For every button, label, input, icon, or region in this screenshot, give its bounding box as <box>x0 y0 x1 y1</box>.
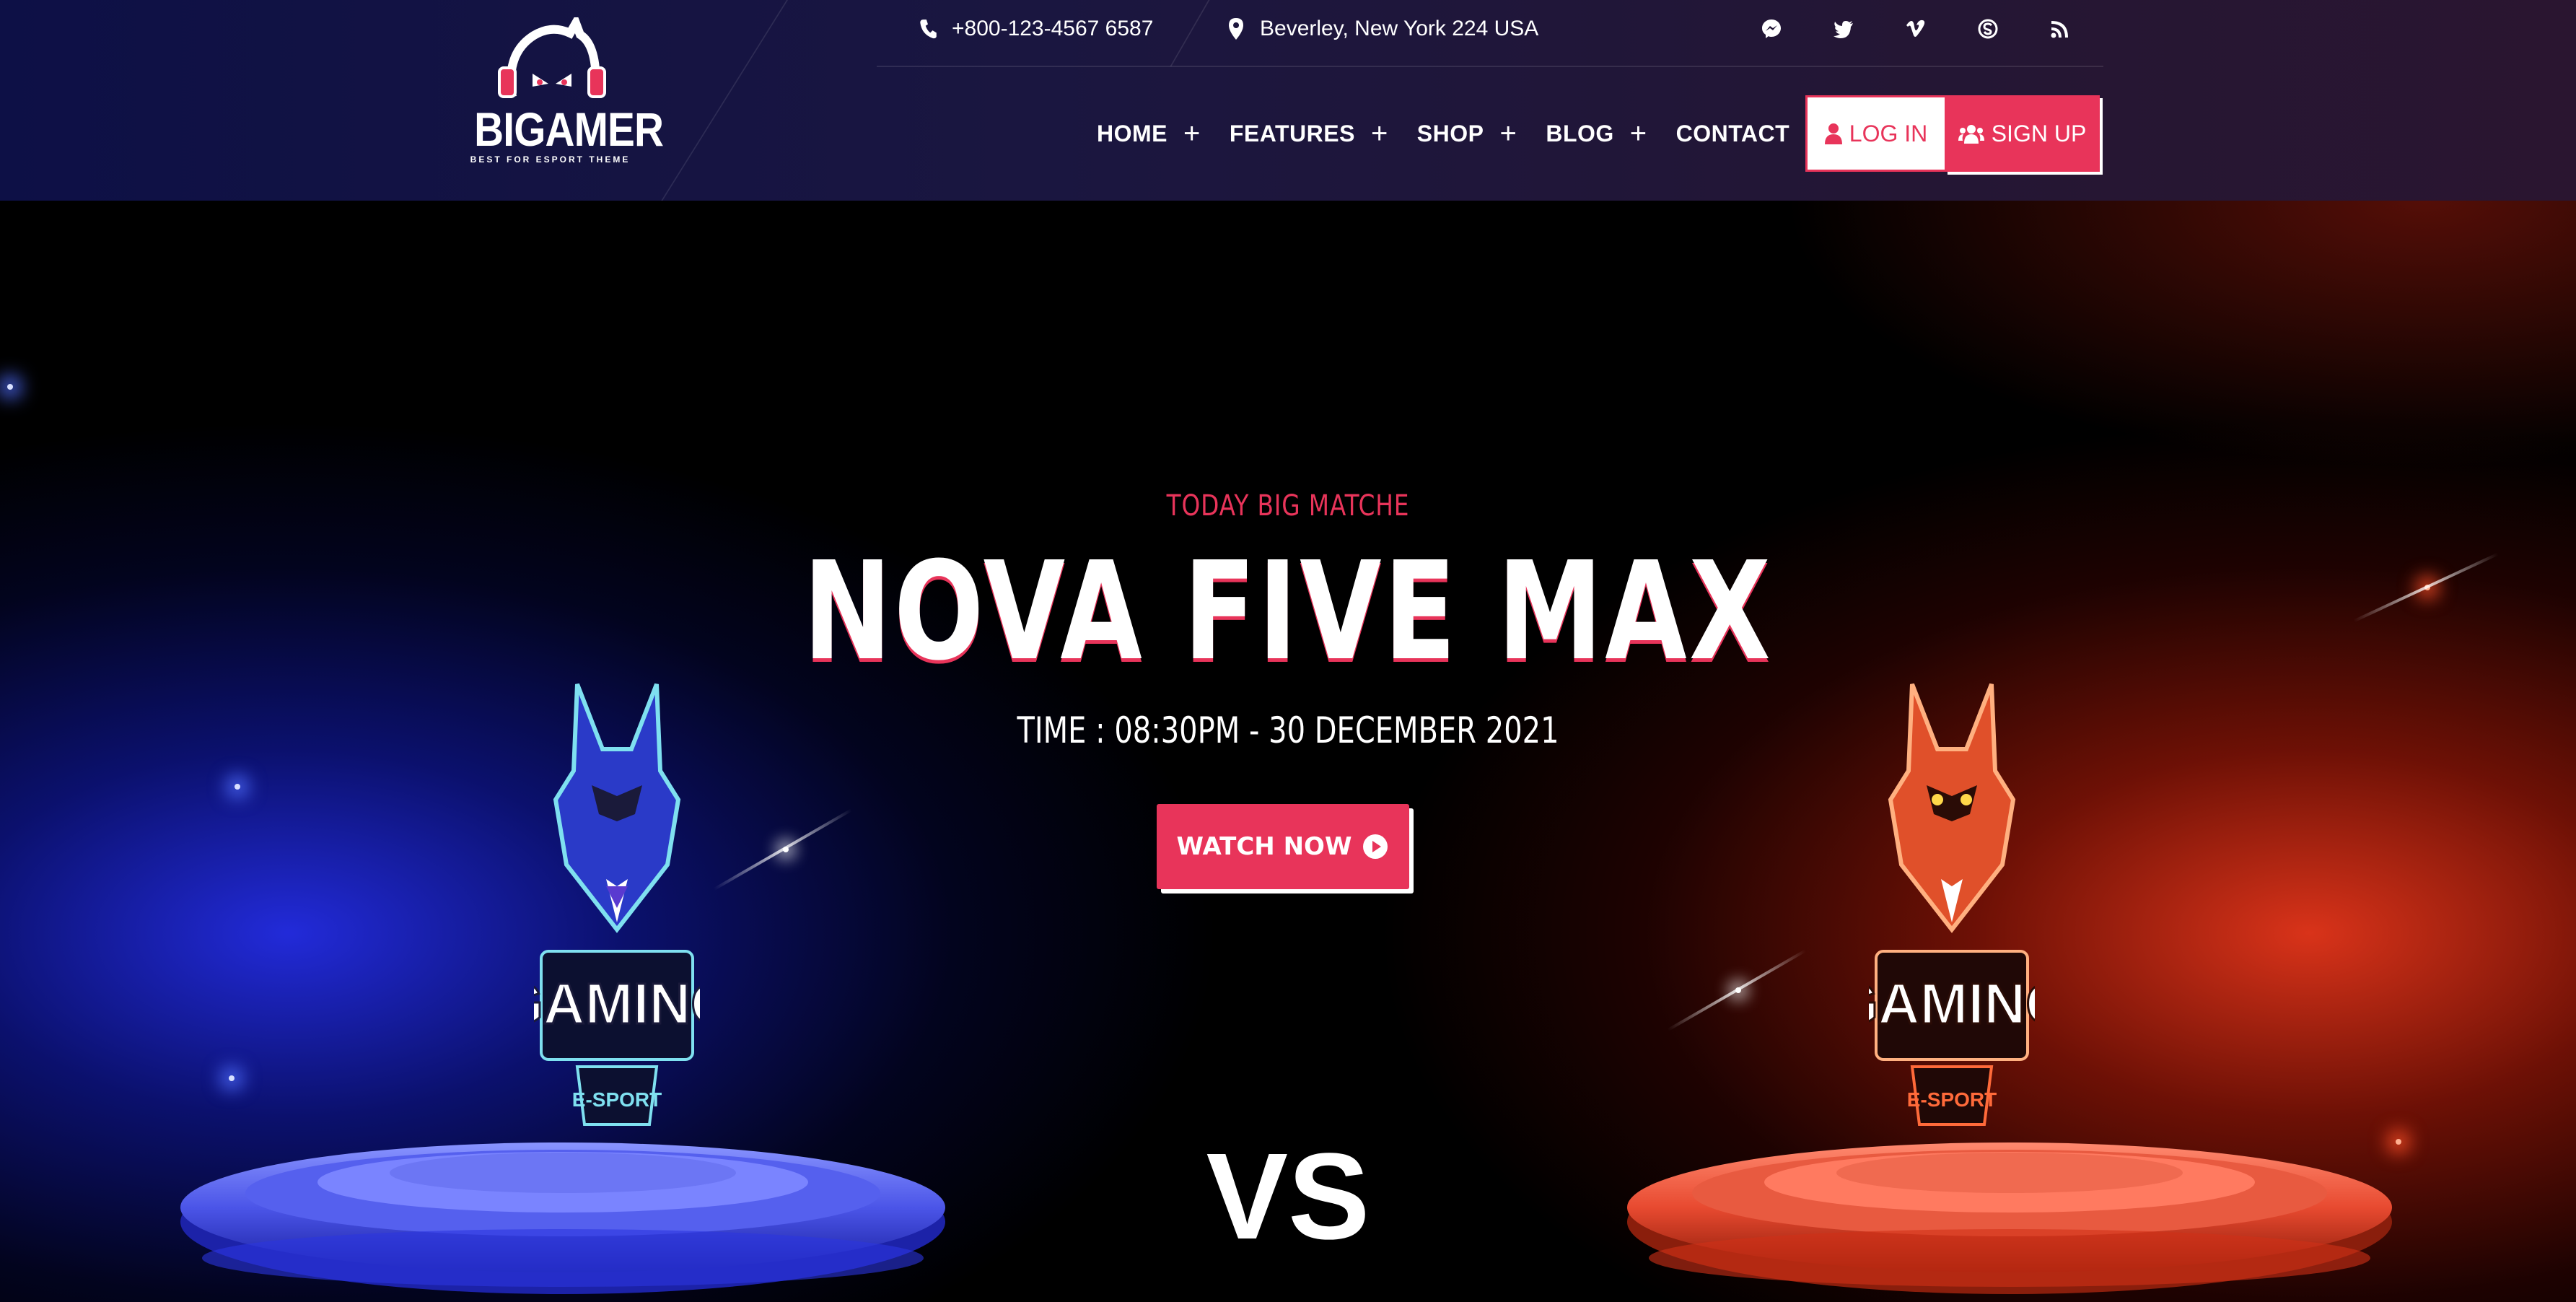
plus-icon: + <box>1629 118 1647 149</box>
watch-now-label: WATCH NOW <box>1176 832 1352 861</box>
plus-icon: + <box>1370 118 1388 149</box>
user-icon <box>1824 123 1842 144</box>
match-time: TIME : 08:30PM - 30 DECEMBER 2021 <box>1017 709 1559 751</box>
plus-icon: + <box>1183 118 1201 149</box>
nav-features[interactable]: FEATURES + <box>1230 119 1388 148</box>
login-label: LOG IN <box>1849 120 1928 147</box>
contact-address: Beverley, New York 224 USA <box>1227 14 1538 43</box>
main-nav: HOME + FEATURES + SHOP + BLOG + CONTACT <box>1097 115 1818 152</box>
header-divider <box>661 0 788 201</box>
skype-icon[interactable] <box>1970 13 2006 45</box>
nav-contact[interactable]: CONTACT <box>1676 121 1790 147</box>
address-text: Beverley, New York 224 USA <box>1260 17 1539 40</box>
twitter-icon[interactable] <box>1826 13 1862 45</box>
nav-contact-label: CONTACT <box>1675 120 1790 147</box>
social-links <box>1753 13 2114 45</box>
hero-content: TODAY BIG MATCHE NOVA FIVE MAX TIME : 08… <box>0 201 2576 1302</box>
plus-icon: + <box>1499 118 1517 149</box>
signup-button[interactable]: SIGN UP <box>1945 95 2100 172</box>
phone-number: +800-123-4567 6587 <box>952 17 1154 40</box>
hero-title: NOVA FIVE MAX <box>802 533 1773 691</box>
play-circle-icon <box>1363 834 1388 859</box>
nav-shop[interactable]: SHOP + <box>1417 119 1517 148</box>
site-header: BIGAMER BEST FOR ESPORT THEME +800-123-4… <box>0 0 2576 201</box>
bigamer-logo-icon <box>498 17 606 98</box>
nav-shop-label: SHOP <box>1416 120 1484 147</box>
nav-home[interactable]: HOME + <box>1097 119 1201 148</box>
vimeo-icon[interactable] <box>1898 13 1934 45</box>
site-logo[interactable]: BIGAMER BEST FOR ESPORT THEME <box>462 17 664 169</box>
nav-home-label: HOME <box>1097 120 1167 147</box>
phone-icon <box>920 19 937 39</box>
contact-phone[interactable]: +800-123-4567 6587 <box>919 14 1153 43</box>
topbar-separator <box>1170 0 1210 66</box>
rss-icon[interactable] <box>2042 13 2078 45</box>
hero-subtitle: TODAY BIG MATCHE <box>1166 489 1410 523</box>
hero-banner: GAMING E-SPORT GAMING E-SPORT TODAY BIG … <box>0 201 2576 1302</box>
nav-blog[interactable]: BLOG + <box>1546 119 1647 148</box>
login-button[interactable]: LOG IN <box>1805 95 1945 172</box>
versus-label: VS <box>1206 1128 1370 1265</box>
signup-label: SIGN UP <box>1991 120 2087 147</box>
auth-buttons: LOG IN SIGN UP <box>1805 95 2100 172</box>
logo-tagline: BEST FOR ESPORT THEME <box>470 154 631 165</box>
users-icon <box>1958 125 1984 144</box>
topbar-divider <box>877 66 2103 67</box>
watch-now-button[interactable]: WATCH NOW <box>1157 804 1409 889</box>
nav-blog-label: BLOG <box>1546 120 1614 147</box>
nav-features-label: FEATURES <box>1229 120 1355 147</box>
logo-wordmark: BIGAMER <box>474 102 664 156</box>
messenger-icon[interactable] <box>1753 13 1789 45</box>
map-pin-icon <box>1229 18 1243 40</box>
